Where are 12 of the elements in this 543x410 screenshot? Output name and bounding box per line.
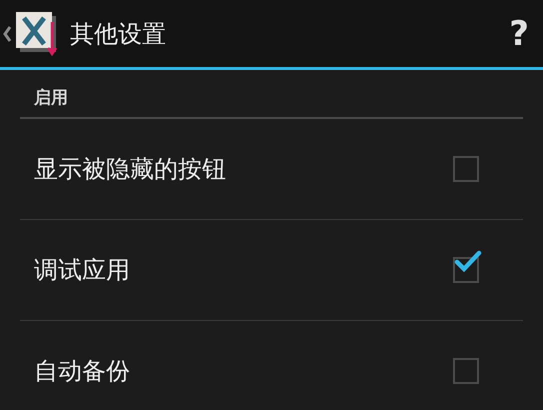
- setting-label: 调试应用: [34, 255, 131, 286]
- category-header: 启用: [32, 86, 68, 110]
- setting-label: 自动备份: [34, 356, 131, 387]
- setting-row[interactable]: 显示被隐藏的按钮: [0, 119, 543, 220]
- app-logo-icon: [14, 10, 60, 58]
- setting-label: 显示被隐藏的按钮: [34, 154, 227, 185]
- back-chevron-icon: [2, 24, 12, 42]
- checkbox[interactable]: [453, 249, 483, 283]
- setting-row[interactable]: 调试应用: [0, 220, 543, 321]
- setting-row[interactable]: 自动备份: [0, 321, 543, 410]
- help-button[interactable]: ?: [497, 16, 543, 50]
- screen-title: 其他设置: [70, 18, 166, 50]
